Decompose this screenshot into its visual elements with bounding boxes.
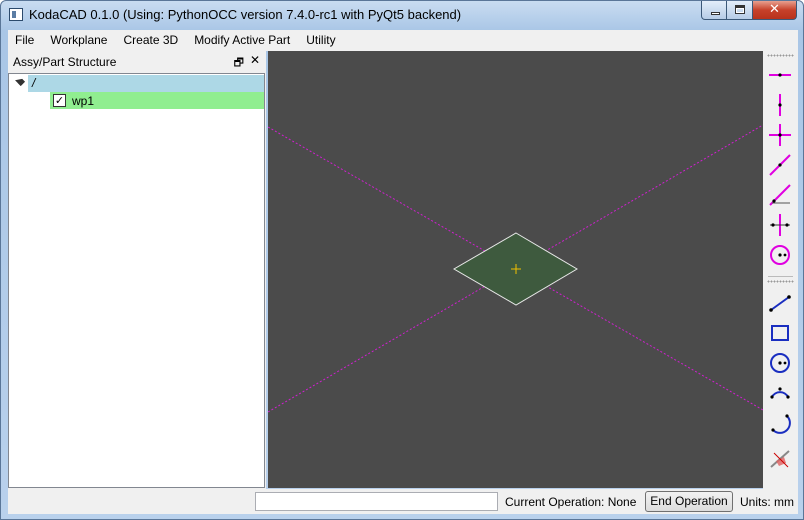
vertical-cline-icon [778, 94, 782, 116]
assy-part-structure-dock: Assy/Part Structure 🗗 ✕ / ✓ wp1 [8, 51, 266, 489]
menu-workplane[interactable]: Workplane [42, 30, 115, 51]
toolbar-separator [768, 276, 793, 277]
horiz-vert-cline-icon [769, 124, 791, 146]
status-bar: Current Operation: None End Operation Un… [8, 489, 798, 514]
dock-title: Assy/Part Structure [13, 55, 117, 69]
app-icon [9, 8, 23, 21]
toolbar-handle[interactable] [767, 280, 794, 283]
close-icon: ✕ [769, 2, 780, 17]
command-input[interactable] [255, 492, 498, 511]
ref-angle-cline-button[interactable] [768, 183, 792, 207]
expand-arrow-icon[interactable] [15, 76, 25, 86]
horizontal-cline-button[interactable] [768, 63, 792, 87]
horizontal-cline-icon [769, 73, 791, 77]
ref-angle-cline-icon [769, 184, 791, 206]
tree-item-label: wp1 [72, 94, 95, 108]
dock-close-button[interactable]: ✕ [250, 53, 260, 67]
menu-create-3d[interactable]: Create 3D [115, 30, 186, 51]
menu-modify-active-part[interactable]: Modify Active Part [186, 30, 298, 51]
part-tree[interactable]: / ✓ wp1 [8, 73, 265, 488]
angled-cline-button[interactable] [768, 153, 792, 177]
circle-cline-icon [770, 245, 790, 265]
dock-title-bar[interactable]: Assy/Part Structure 🗗 ✕ [8, 51, 266, 73]
menu-bar: File Workplane Create 3D Modify Active P… [8, 30, 798, 51]
arc-center-icon [771, 414, 791, 434]
close-window-button[interactable]: ✕ [753, 1, 797, 20]
line-icon [769, 295, 791, 312]
tree-root-label: / [32, 76, 36, 90]
line-button[interactable] [768, 291, 792, 315]
tree-item-wp1[interactable]: ✓ wp1 [50, 92, 264, 109]
horiz-vert-cline-button[interactable] [768, 123, 792, 147]
arc-three-point-icon [770, 387, 790, 399]
minimize-button[interactable] [701, 1, 727, 20]
tree-root-item[interactable]: / [9, 75, 264, 92]
dock-float-button[interactable]: 🗗 [234, 54, 244, 73]
units-label: Units: mm [740, 495, 794, 509]
bisector-cline-button[interactable] [768, 213, 792, 237]
window-title: KodaCAD 0.1.0 (Using: PythonOCC version … [29, 7, 462, 22]
window-controls: ✕ [701, 1, 797, 20]
rectangle-icon [771, 325, 789, 341]
current-operation-label: Current Operation: None [505, 495, 637, 509]
circle-button[interactable] [768, 351, 792, 375]
menu-utility[interactable]: Utility [298, 30, 343, 51]
3d-viewport[interactable] [268, 51, 763, 488]
app-window: KodaCAD 0.1.0 (Using: PythonOCC version … [0, 0, 804, 520]
viewport-canvas [268, 124, 763, 413]
bisector-cline-icon [770, 214, 790, 236]
title-bar[interactable]: KodaCAD 0.1.0 (Using: PythonOCC version … [1, 1, 803, 29]
tree-root-highlight [28, 75, 264, 92]
angled-cline-icon [769, 154, 791, 176]
arc-three-point-button[interactable] [768, 381, 792, 405]
delete-element-button[interactable] [768, 447, 792, 471]
rectangle-button[interactable] [768, 321, 792, 345]
maximize-button[interactable] [727, 1, 753, 20]
toolbar-handle[interactable] [767, 54, 794, 57]
arc-center-button[interactable] [768, 411, 792, 435]
vertical-cline-button[interactable] [768, 93, 792, 117]
delete-element-icon [770, 450, 790, 468]
circle-icon [770, 353, 790, 373]
minimize-icon [711, 12, 720, 15]
maximize-icon [735, 5, 745, 14]
menu-file[interactable]: File [8, 30, 42, 51]
sketch-toolbar [763, 51, 798, 489]
circle-cline-button[interactable] [768, 243, 792, 267]
end-operation-button[interactable]: End Operation [645, 491, 733, 512]
wp1-visibility-checkbox[interactable]: ✓ [53, 94, 66, 107]
